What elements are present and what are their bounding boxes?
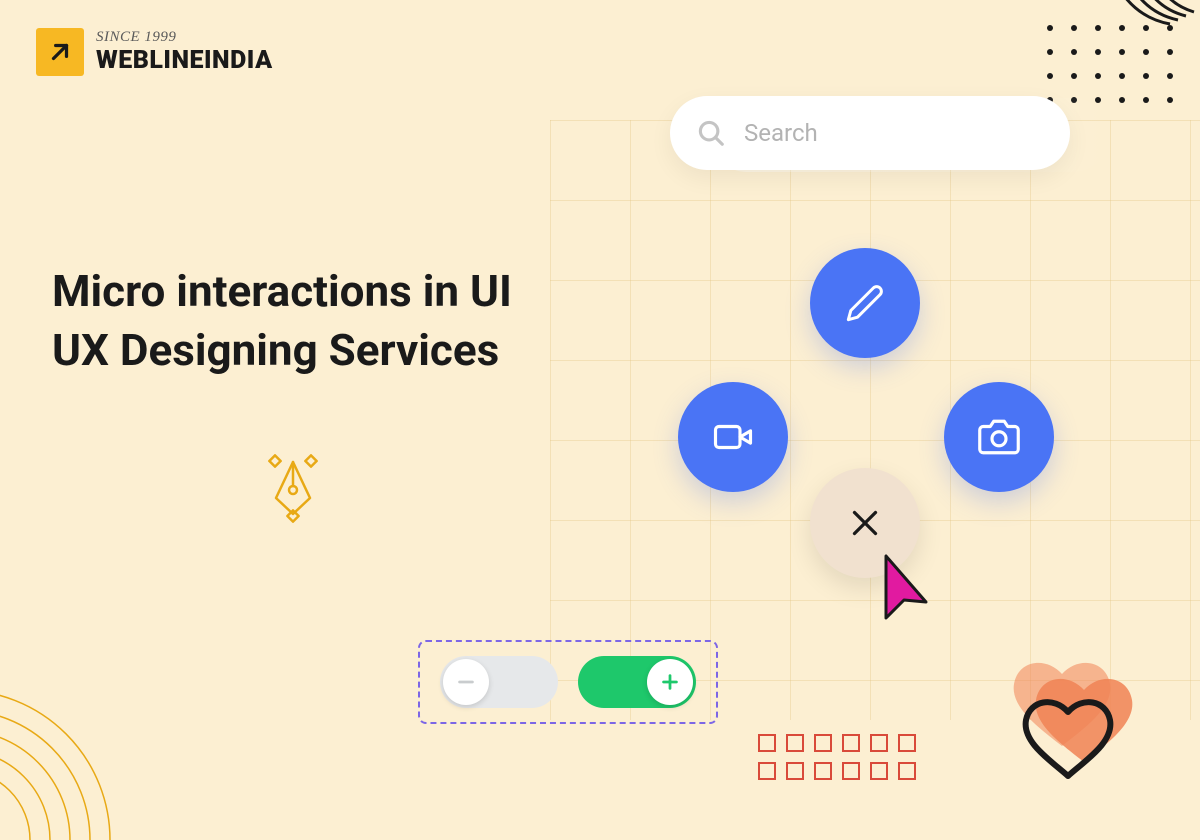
brand-logo: SINCE 1999 WEBLINEINDIA (36, 28, 273, 76)
close-icon (847, 505, 883, 541)
decorative-arcs (0, 640, 160, 840)
pencil-icon (845, 283, 885, 323)
decorative-squares (758, 734, 916, 780)
toggle-off[interactable] (440, 656, 558, 708)
camera-icon (978, 416, 1020, 458)
background-grid (550, 120, 1200, 720)
plus-icon (659, 671, 681, 693)
minus-icon (455, 671, 477, 693)
search-input[interactable]: Search (670, 96, 1070, 170)
page-title: Micro interactions in UI UX Designing Se… (52, 262, 552, 381)
toggle-group (418, 640, 718, 724)
search-icon (696, 118, 726, 148)
toggle-on[interactable] (578, 656, 696, 708)
toggle-off-knob (443, 659, 489, 705)
logo-since-text: SINCE 1999 (96, 29, 273, 46)
video-button[interactable] (678, 382, 788, 492)
logo-arrow-icon (36, 28, 84, 76)
toggle-on-knob (647, 659, 693, 705)
search-placeholder: Search (744, 119, 818, 147)
cursor-icon (882, 552, 952, 627)
pen-tool-icon (258, 454, 328, 524)
video-icon (712, 416, 754, 458)
camera-button[interactable] (944, 382, 1054, 492)
heart-icon (992, 650, 1152, 800)
logo-name-text: WEBLINEINDIA (96, 46, 273, 75)
edit-button[interactable] (810, 248, 920, 358)
